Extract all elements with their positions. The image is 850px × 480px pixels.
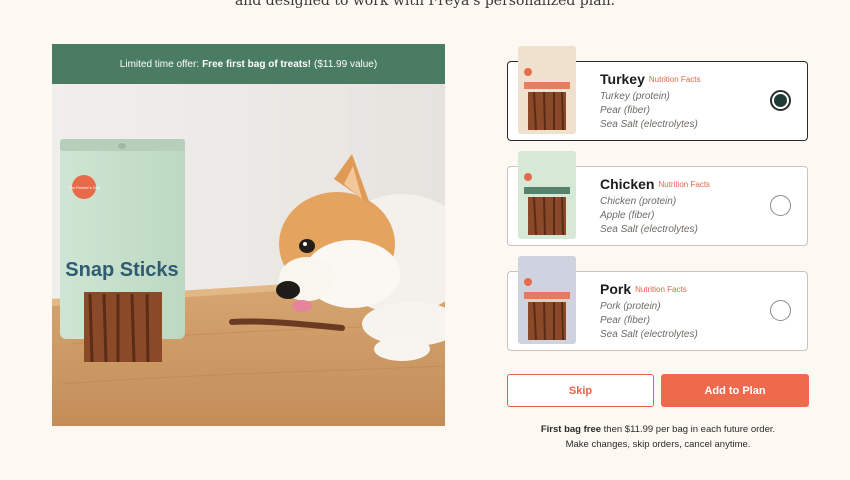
- option-radio[interactable]: [770, 300, 791, 321]
- option-card-pork[interactable]: Pork Nutrition Facts Pork (protein) Pear …: [507, 256, 808, 351]
- treat-bag: The Farmer's Dog Snap Sticks: [60, 139, 185, 363]
- ingredient: Apple (fiber): [600, 210, 655, 221]
- offer-suffix: ($11.99 value): [314, 58, 378, 70]
- turkey-bag-image: [518, 46, 576, 134]
- pricing-note: First bag free then $11.99 per bag in ea…: [507, 424, 809, 435]
- ingredient: Sea Salt (electrolytes): [600, 329, 698, 340]
- intro-text: and designed to work with Freya's person…: [234, 0, 616, 9]
- policy-note: Make changes, skip orders, cancel anytim…: [565, 439, 751, 450]
- pricing-note-rest: then $11.99 per bag in each future order…: [603, 424, 776, 435]
- bag-logo-text: The Farmer's Dog: [68, 185, 100, 190]
- option-card-chicken[interactable]: Chicken Nutrition Facts Chicken (protein)…: [507, 151, 808, 246]
- pricing-note-bold: First bag free: [540, 424, 602, 435]
- add-to-plan-button[interactable]: Add to Plan: [661, 374, 809, 407]
- nutrition-facts-link[interactable]: Nutrition Facts: [635, 285, 687, 294]
- chicken-bag-image: [518, 151, 576, 239]
- offer-banner: Limited time offer: Free first bag of tr…: [52, 44, 445, 84]
- ingredient: Turkey (protein): [600, 91, 670, 102]
- nutrition-facts-link[interactable]: Nutrition Facts: [658, 180, 710, 189]
- skip-button[interactable]: Skip: [507, 374, 654, 407]
- option-radio[interactable]: [770, 195, 791, 216]
- offer-highlight: Free first bag of treats!: [202, 58, 311, 70]
- ingredient: Sea Salt (electrolytes): [600, 224, 698, 235]
- option-name: Pork: [600, 281, 632, 297]
- corgi-photo: The Farmer's Dog Snap Sticks: [52, 84, 445, 426]
- ingredient: Pear (fiber): [600, 105, 651, 116]
- nutrition-facts-link[interactable]: Nutrition Facts: [649, 75, 701, 84]
- product-hero: Limited time offer: Free first bag of tr…: [52, 44, 445, 426]
- option-radio-selected[interactable]: [770, 90, 791, 111]
- ingredient: Sea Salt (electrolytes): [600, 119, 698, 130]
- option-name: Chicken: [600, 176, 655, 192]
- option-name: Turkey: [600, 71, 645, 87]
- bag-brand-text: Snap Sticks: [65, 259, 178, 281]
- ingredient: Pork (protein): [600, 301, 661, 312]
- ingredient: Chicken (protein): [600, 196, 677, 207]
- offer-prefix: Limited time offer:: [119, 58, 200, 70]
- ingredient: Pear (fiber): [600, 315, 651, 326]
- option-card-turkey[interactable]: Turkey Nutrition Facts Turkey (protein) P…: [507, 46, 808, 141]
- pork-bag-image: [518, 256, 576, 344]
